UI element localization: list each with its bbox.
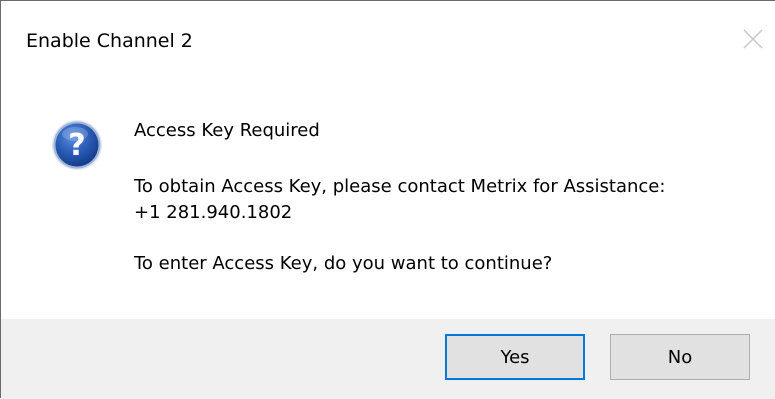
close-button[interactable] <box>735 21 771 57</box>
message-question: To enter Access Key, do you want to cont… <box>134 253 553 274</box>
dialog-title: Enable Channel 2 <box>26 30 193 52</box>
title-bar[interactable]: Enable Channel 2 <box>1 1 775 79</box>
svg-text:?: ? <box>68 128 85 163</box>
message-heading: Access Key Required <box>134 120 320 141</box>
message-phone-number: +1 281.940.1802 <box>134 202 293 223</box>
no-button[interactable]: No <box>610 334 750 380</box>
question-icon: ? <box>52 120 102 170</box>
message-contact-line: To obtain Access Key, please contact Met… <box>134 176 666 197</box>
yes-button[interactable]: Yes <box>445 334 585 380</box>
message-dialog: Enable Channel 2 ? Access Key Required T… <box>0 0 775 399</box>
close-icon <box>743 29 763 49</box>
